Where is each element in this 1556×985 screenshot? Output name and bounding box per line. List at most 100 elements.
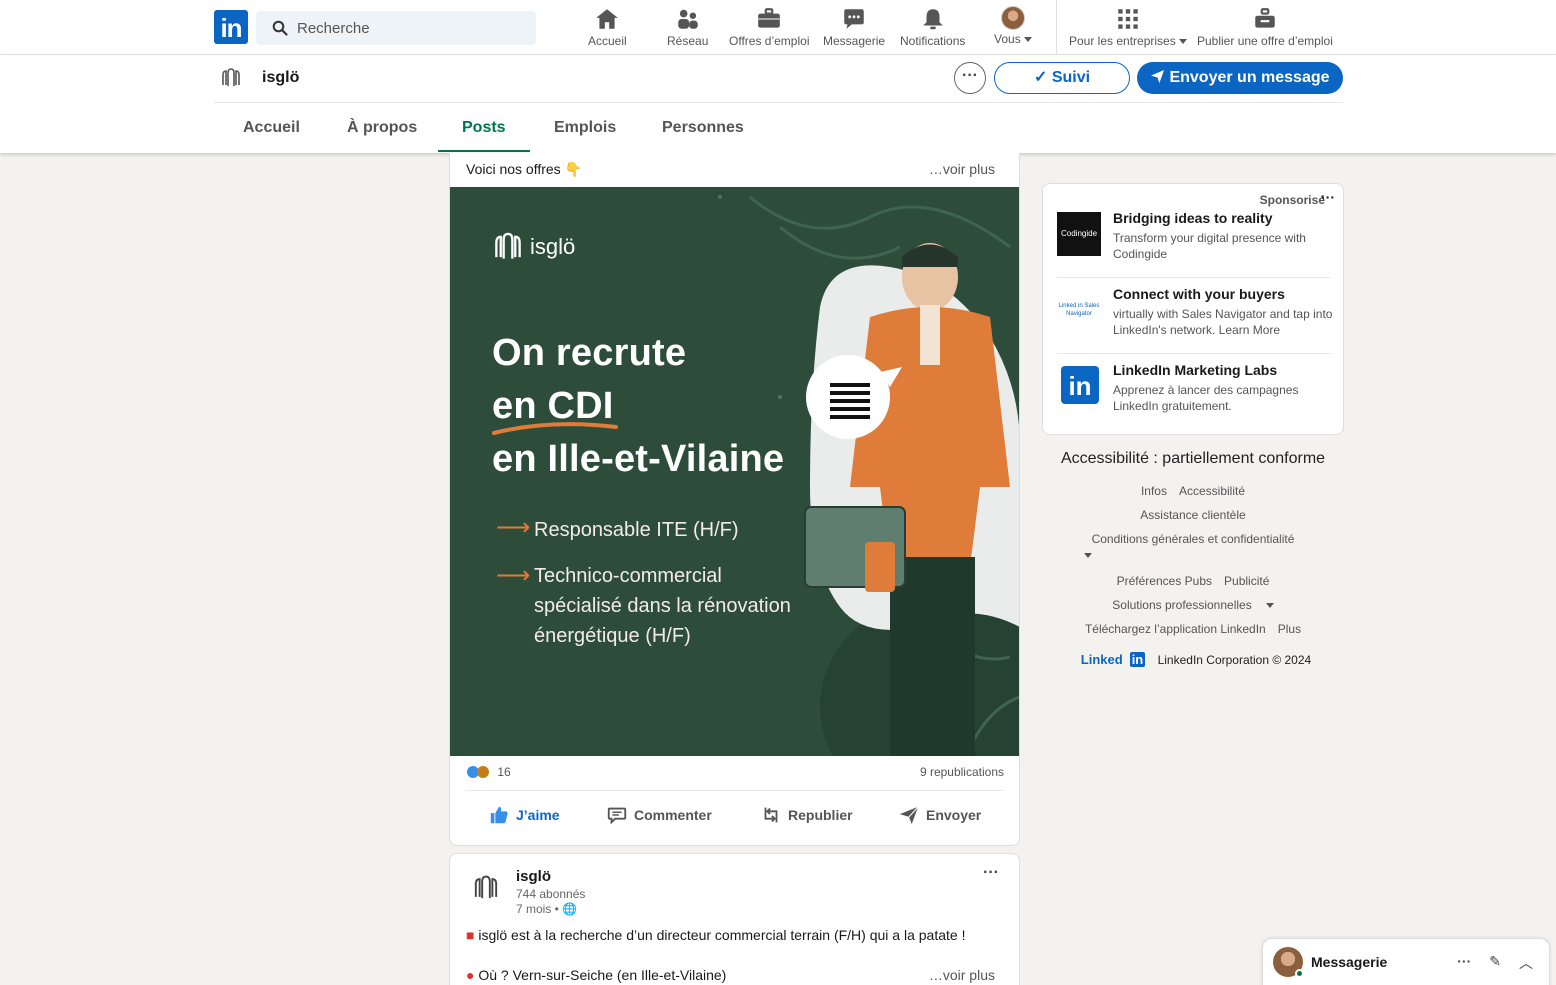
- chevron-down-icon[interactable]: [1084, 553, 1092, 559]
- post-author[interactable]: isglö: [516, 868, 551, 885]
- chevron-up-icon[interactable]: ︿: [1519, 953, 1533, 973]
- network-icon: [677, 9, 698, 29]
- reactions-count: 16: [497, 765, 511, 779]
- nav-messaging-label: Messagerie: [823, 34, 886, 48]
- footer-link[interactable]: Accessibilité: [1179, 484, 1245, 498]
- post-age: 7 mois • 🌐: [516, 902, 577, 916]
- ad-item[interactable]: Linked in Sales Navigator Connect with y…: [1057, 278, 1332, 350]
- send-button[interactable]: Envoyer: [898, 804, 981, 826]
- tab-personnes[interactable]: Personnes: [662, 119, 744, 137]
- nav-divider: [1056, 0, 1057, 54]
- company-header: isglö ··· ✓ Suivi Envoyer un message Acc…: [0, 55, 1556, 153]
- send-label: Envoyer: [926, 807, 982, 823]
- footer-row: Téléchargez l’application LinkedIn Plus: [1042, 622, 1344, 636]
- see-more-link[interactable]: …voir plus: [929, 967, 995, 983]
- tab-accueil[interactable]: Accueil: [243, 119, 300, 137]
- nav-home[interactable]: Accueil: [588, 6, 627, 48]
- active-tab-indicator: [438, 150, 530, 152]
- post-text-line: Où ? Vern-sur-Seiche (en Ille-et-Vilaine…: [478, 967, 727, 983]
- linkedin-logo-icon[interactable]: in: [214, 10, 248, 44]
- linkedin-logo-icon: in: [1129, 652, 1146, 667]
- comment-button[interactable]: Commenter: [606, 804, 712, 826]
- footer-link[interactable]: Infos: [1141, 484, 1167, 498]
- compose-icon[interactable]: ✎: [1489, 953, 1501, 973]
- repost-button[interactable]: Republier: [760, 804, 853, 826]
- footer-link[interactable]: Plus: [1278, 622, 1301, 636]
- banner-title-line: On recrute: [492, 332, 687, 374]
- arrow-right-icon: ⟶: [496, 514, 531, 541]
- nav-messaging[interactable]: Messagerie: [823, 6, 885, 48]
- nav-network-label: Réseau: [667, 34, 709, 48]
- see-more-link[interactable]: …voir plus: [929, 161, 995, 177]
- ad-thumbnail: Codingide: [1057, 212, 1101, 256]
- banner-brand-text: isglö: [530, 234, 576, 259]
- search-input[interactable]: Recherche: [256, 11, 536, 45]
- send-icon: [1151, 69, 1165, 84]
- follow-label: Suivi: [1051, 69, 1091, 86]
- nav-post-job-label: Publier une offre d’emploi: [1197, 34, 1333, 48]
- footer-link[interactable]: Préférences Pubs: [1117, 574, 1212, 588]
- nav-post-job[interactable]: Publier une offre d’emploi: [1197, 6, 1333, 48]
- ad-item[interactable]: in LinkedIn Marketing Labs Apprenez à la…: [1057, 354, 1331, 426]
- nav-me-label: Vous: [994, 32, 1032, 46]
- post-more-button[interactable]: ···: [983, 864, 999, 882]
- pin-icon: ●: [466, 967, 475, 983]
- footer-link[interactable]: Publicité: [1224, 574, 1269, 588]
- chat-icon: [844, 9, 864, 29]
- siren-icon: ■: [466, 927, 475, 943]
- nav-jobs-label: Offres d’emploi: [729, 34, 810, 48]
- follow-button[interactable]: ✓ Suivi: [994, 62, 1130, 94]
- nav-business-text: Pour les entreprises: [1069, 34, 1176, 48]
- thumbs-up-icon: [490, 806, 508, 824]
- footer-link[interactable]: Conditions générales et confidentialité: [1092, 532, 1295, 546]
- nav-business-label: Pour les entreprises: [1069, 34, 1187, 48]
- post-image[interactable]: isglö On recrute en CDI en Ille-et-Vilai…: [450, 187, 1019, 756]
- send-icon: [899, 806, 919, 825]
- tab-posts[interactable]: Posts: [462, 119, 506, 137]
- footer-link-text: Solutions professionnelles: [1112, 598, 1252, 612]
- tab-emplois[interactable]: Emplois: [554, 119, 616, 137]
- nav-network[interactable]: Réseau: [667, 6, 708, 48]
- ad-title: Connect with your buyers: [1113, 286, 1285, 302]
- messaging-title: Messagerie: [1311, 954, 1388, 970]
- nav-home-label: Accueil: [588, 34, 627, 48]
- more-options-button[interactable]: ···: [954, 62, 986, 94]
- copyright-text: LinkedIn Corporation © 2024: [1157, 653, 1312, 667]
- messaging-controls: ··· ✎ ︿: [1457, 953, 1533, 973]
- nav-notifications[interactable]: Notifications: [900, 6, 965, 48]
- avatar: [1000, 6, 1025, 30]
- ad-title: LinkedIn Marketing Labs: [1113, 362, 1278, 378]
- search-placeholder: Recherche: [297, 19, 370, 37]
- comment-label: Commenter: [634, 807, 712, 823]
- post-job-icon: [1255, 8, 1275, 28]
- nav-jobs[interactable]: Offres d’emploi: [729, 6, 809, 48]
- globe-icon: 🌐: [562, 902, 578, 916]
- accessibility-status[interactable]: Accessibilité : partiellement conforme: [1042, 450, 1344, 468]
- footer-row: Solutions professionnelles: [1042, 598, 1344, 612]
- nav-business[interactable]: Pour les entreprises: [1069, 6, 1187, 48]
- messaging-overlay[interactable]: Messagerie ··· ✎ ︿: [1262, 938, 1550, 985]
- post-text: ■ isglö est à la recherche d’un directeu…: [466, 927, 965, 943]
- home-icon: [596, 9, 619, 29]
- post-age-text: 7 mois •: [516, 902, 559, 916]
- more-icon[interactable]: ···: [1457, 953, 1471, 973]
- reposts-count[interactable]: 9 republications: [920, 765, 1004, 779]
- footer-link[interactable]: Téléchargez l’application LinkedIn: [1085, 622, 1266, 636]
- banner-title-line: en Ille-et-Vilaine: [492, 438, 785, 480]
- tab-a-propos[interactable]: À propos: [347, 119, 417, 137]
- repost-label: Republier: [788, 807, 853, 823]
- nav-me[interactable]: Vous: [994, 6, 1032, 46]
- footer-link[interactable]: Assistance clientèle: [1140, 508, 1245, 522]
- online-status-icon: [1295, 969, 1304, 978]
- repost-icon: [764, 807, 778, 823]
- company-name[interactable]: isglö: [262, 69, 299, 87]
- banner-title: On recrute en CDI en Ille-et-Vilaine: [492, 327, 784, 486]
- footer-copyright: Linked in LinkedIn Corporation © 2024: [1042, 652, 1344, 667]
- send-message-button[interactable]: Envoyer un message: [1137, 62, 1343, 94]
- like-button[interactable]: J’aime: [488, 804, 560, 826]
- ad-item[interactable]: Codingide Bridging ideas to reality Tran…: [1057, 202, 1331, 274]
- reactions[interactable]: 16: [466, 765, 511, 779]
- divider: [214, 102, 1343, 103]
- footer-link[interactable]: Solutions professionnelles: [1106, 598, 1279, 612]
- ad-description: Transform your digital presence with Cod…: [1113, 231, 1306, 261]
